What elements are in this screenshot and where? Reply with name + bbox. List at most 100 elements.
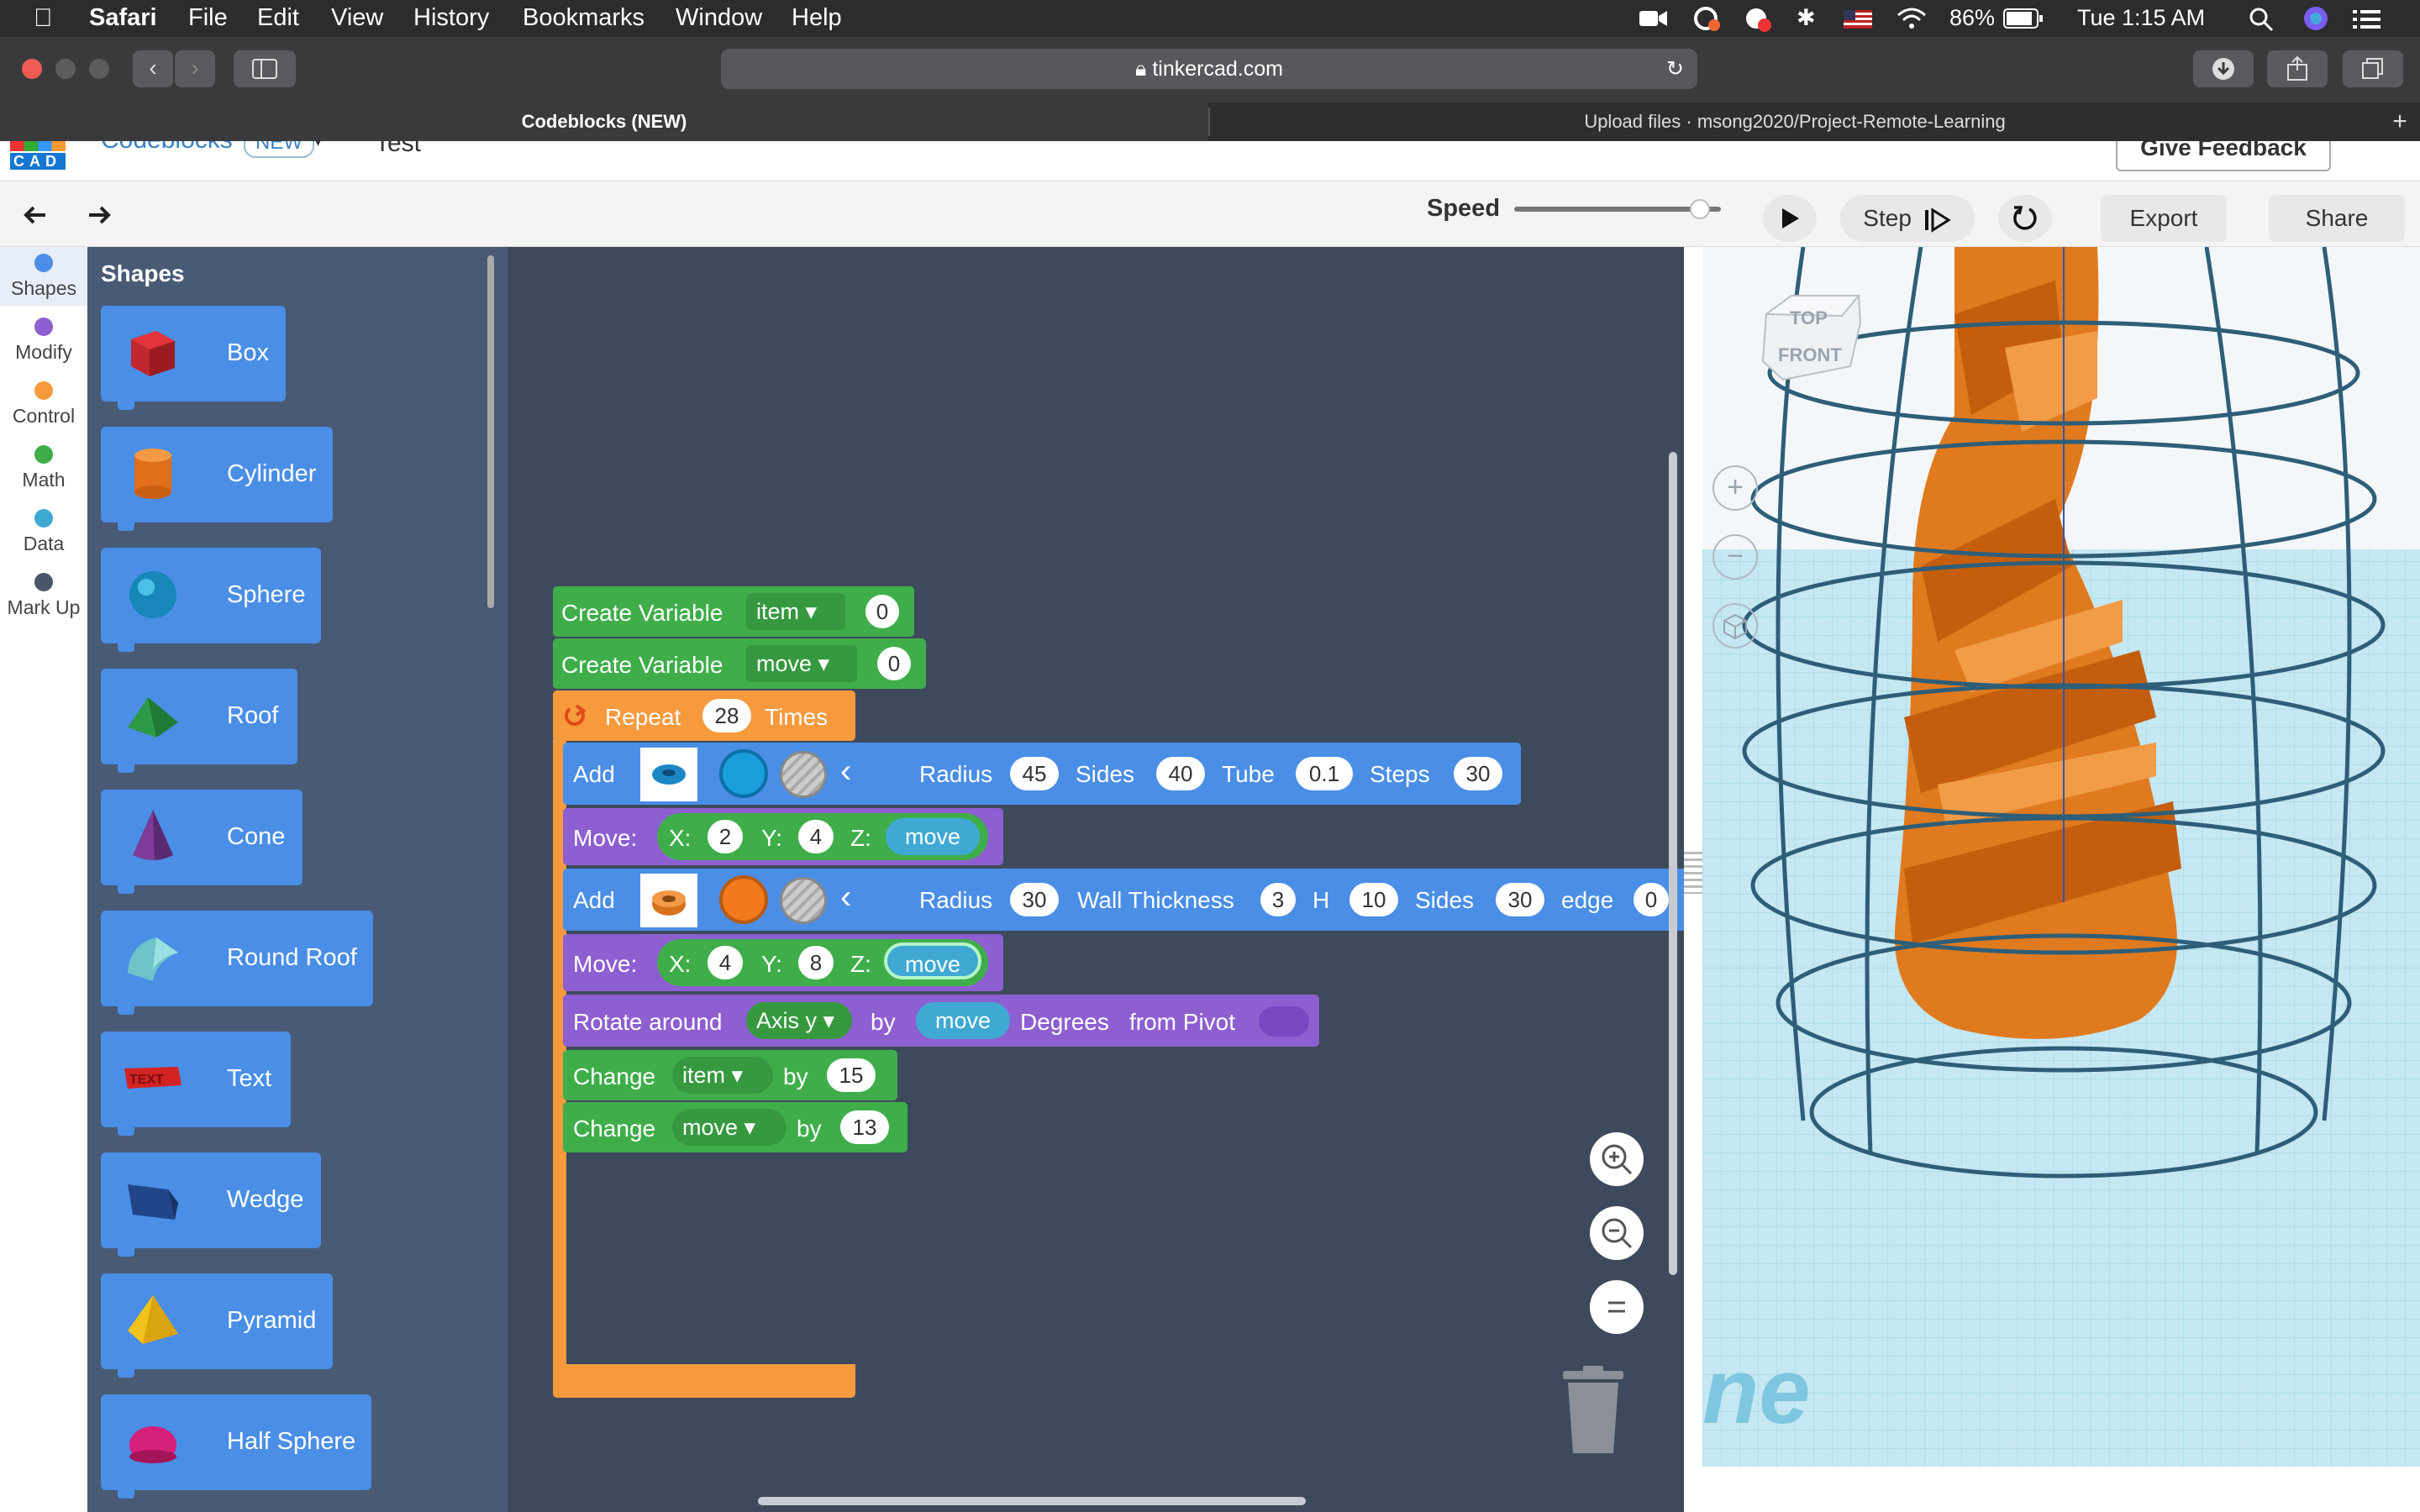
category-control[interactable]: Control [0, 381, 87, 428]
battery-icon[interactable] [2003, 8, 2044, 29]
viewport-zoom-in-button[interactable]: + [1712, 465, 1758, 511]
tab-overview-button[interactable] [2343, 50, 2403, 87]
panel-resize-handle[interactable] [1684, 852, 1702, 894]
tab-codeblocks[interactable]: Codeblocks (NEW) [0, 102, 1208, 141]
zoom-in-button[interactable] [1590, 1132, 1644, 1186]
speed-slider[interactable] [1514, 199, 1721, 219]
notification-app-icon[interactable] [1741, 5, 1775, 32]
change-variable-block[interactable]: Change move ▾ by 13 [563, 1102, 908, 1152]
downloads-button[interactable] [2193, 50, 2254, 87]
menu-edit[interactable]: Edit [257, 4, 299, 32]
flyout-scrollbar[interactable] [487, 255, 494, 608]
move-block[interactable]: Move: X: 2 Y: 4 Z: move [563, 808, 1003, 865]
edge-input[interactable]: 0 [1634, 883, 1669, 916]
category-math[interactable]: Math [0, 445, 87, 491]
creative-cloud-icon[interactable] [1689, 5, 1723, 32]
variable-name-dropdown[interactable]: item ▾ [672, 1057, 773, 1094]
window-minimize-button[interactable] [55, 59, 76, 79]
code-workspace[interactable]: Create Variable item ▾ 0 Create Variable… [508, 247, 1684, 1512]
category-markup[interactable]: Mark Up [0, 573, 87, 619]
viewport-home-button[interactable] [1712, 603, 1758, 648]
value-input[interactable]: 0 [877, 647, 911, 680]
variable-name-dropdown[interactable]: move ▾ [672, 1109, 786, 1146]
siri-icon[interactable] [2302, 5, 2329, 32]
forward-button[interactable]: › [175, 50, 215, 87]
sides-input[interactable]: 30 [1496, 883, 1544, 916]
tab-upload-files[interactable]: Upload files · msong2020/Project-Remote-… [1210, 102, 2380, 141]
shape-block-text[interactable]: TEXT Text [101, 1032, 291, 1136]
shape-block-pyramid[interactable]: Pyramid [101, 1273, 333, 1378]
category-data[interactable]: Data [0, 509, 87, 555]
create-variable-block[interactable]: Create Variable item ▾ 0 [553, 586, 914, 637]
radius-input[interactable]: 30 [1010, 883, 1059, 916]
sides-input[interactable]: 40 [1156, 757, 1205, 790]
menu-history[interactable]: History [413, 4, 489, 32]
viewport-zoom-out-button[interactable]: − [1712, 534, 1758, 580]
menu-app-name[interactable]: Safari [89, 4, 157, 32]
shape-thumbnail[interactable] [640, 874, 697, 927]
shape-block-cone[interactable]: Cone [101, 790, 302, 894]
move-block[interactable]: Move: X: 4 Y: 8 Z: move [563, 934, 1003, 991]
project-name[interactable]: Test [375, 141, 421, 158]
y-input[interactable]: 8 [798, 946, 834, 979]
color-picker[interactable] [719, 875, 768, 924]
give-feedback-button[interactable]: Give Feedback [2116, 141, 2331, 171]
change-value-input[interactable]: 15 [827, 1058, 876, 1092]
add-shape-block[interactable]: Add ‹ Radius 30 Wall Thickness 3 H 10 Si… [563, 869, 1684, 931]
step-button[interactable]: Step [1840, 195, 1975, 242]
workspace-horizontal-scrollbar[interactable] [758, 1497, 1306, 1505]
viewport-canvas[interactable]: ne TOP FRONT + − [1702, 247, 2420, 1467]
reload-icon[interactable]: ↻ [1666, 49, 1684, 89]
degrees-variable[interactable]: move [916, 1002, 1010, 1039]
x-input[interactable]: 4 [708, 946, 743, 979]
new-tab-button[interactable]: + [2380, 102, 2420, 141]
radius-input[interactable]: 45 [1010, 757, 1059, 790]
value-input[interactable]: 0 [865, 595, 899, 628]
hole-toggle[interactable] [780, 751, 827, 798]
address-bar[interactable]: 🔒︎ tinkercad.com ↻ [721, 49, 1697, 89]
add-shape-block[interactable]: Add ‹ Radius 45 Sides 40 Tube 0.1 Steps … [563, 743, 1521, 805]
steps-input[interactable]: 30 [1454, 757, 1502, 790]
bluetooth-icon[interactable]: ✱ [1797, 5, 1816, 31]
apple-menu-icon[interactable]:  [34, 4, 53, 33]
undo-icon[interactable] [20, 198, 50, 228]
tube-input[interactable]: 0.1 [1296, 757, 1353, 790]
export-button[interactable]: Export [2101, 195, 2227, 242]
spotlight-search-icon[interactable] [2249, 7, 2274, 32]
reset-button[interactable] [1998, 195, 2052, 242]
sidebar-toggle-button[interactable] [234, 50, 296, 87]
trash-icon[interactable] [1558, 1364, 1628, 1457]
change-variable-block[interactable]: Change item ▾ by 15 [563, 1050, 897, 1100]
workspace-vertical-scrollbar[interactable] [1669, 452, 1677, 1275]
3d-viewport[interactable]: ne TOP FRONT + − [1684, 247, 2420, 1512]
menu-view[interactable]: View [331, 4, 383, 32]
tinkercad-logo[interactable]: CAD [10, 141, 66, 170]
view-cube-top-label[interactable]: TOP [1790, 307, 1828, 329]
hole-toggle[interactable] [780, 877, 827, 924]
shape-block-half-sphere[interactable]: Half Sphere [101, 1394, 371, 1499]
play-button[interactable] [1763, 195, 1817, 242]
repeat-block[interactable]: Repeat 28 Times [553, 690, 855, 741]
share-button[interactable]: Share [2269, 195, 2405, 242]
wifi-icon[interactable] [1896, 7, 1928, 30]
y-input[interactable]: 4 [798, 820, 834, 853]
us-flag-icon[interactable] [1844, 10, 1872, 29]
shape-block-cylinder[interactable]: Cylinder [101, 427, 333, 531]
repeat-count-input[interactable]: 28 [702, 699, 751, 732]
collapse-chevron-icon[interactable]: ‹ [840, 753, 851, 790]
x-input[interactable]: 2 [708, 820, 743, 853]
zoom-out-button[interactable] [1590, 1206, 1644, 1260]
menu-bookmarks[interactable]: Bookmarks [523, 4, 644, 32]
z-variable[interactable]: move [886, 818, 980, 855]
shape-block-wedge[interactable]: Wedge [101, 1152, 321, 1257]
height-input[interactable]: 10 [1349, 883, 1398, 916]
view-cube[interactable]: TOP FRONT [1758, 289, 1867, 390]
shape-block-box[interactable]: Box [101, 306, 286, 410]
notification-center-icon[interactable] [2353, 8, 2381, 30]
create-variable-block[interactable]: Create Variable move ▾ 0 [553, 638, 926, 689]
zoom-reset-button[interactable] [1590, 1280, 1644, 1334]
variable-name-dropdown[interactable]: item ▾ [746, 593, 845, 630]
share-sheet-button[interactable] [2267, 50, 2328, 87]
wall-thickness-input[interactable]: 3 [1260, 883, 1296, 916]
rotate-block[interactable]: Rotate around Axis y ▾ by move Degrees f… [563, 995, 1319, 1047]
